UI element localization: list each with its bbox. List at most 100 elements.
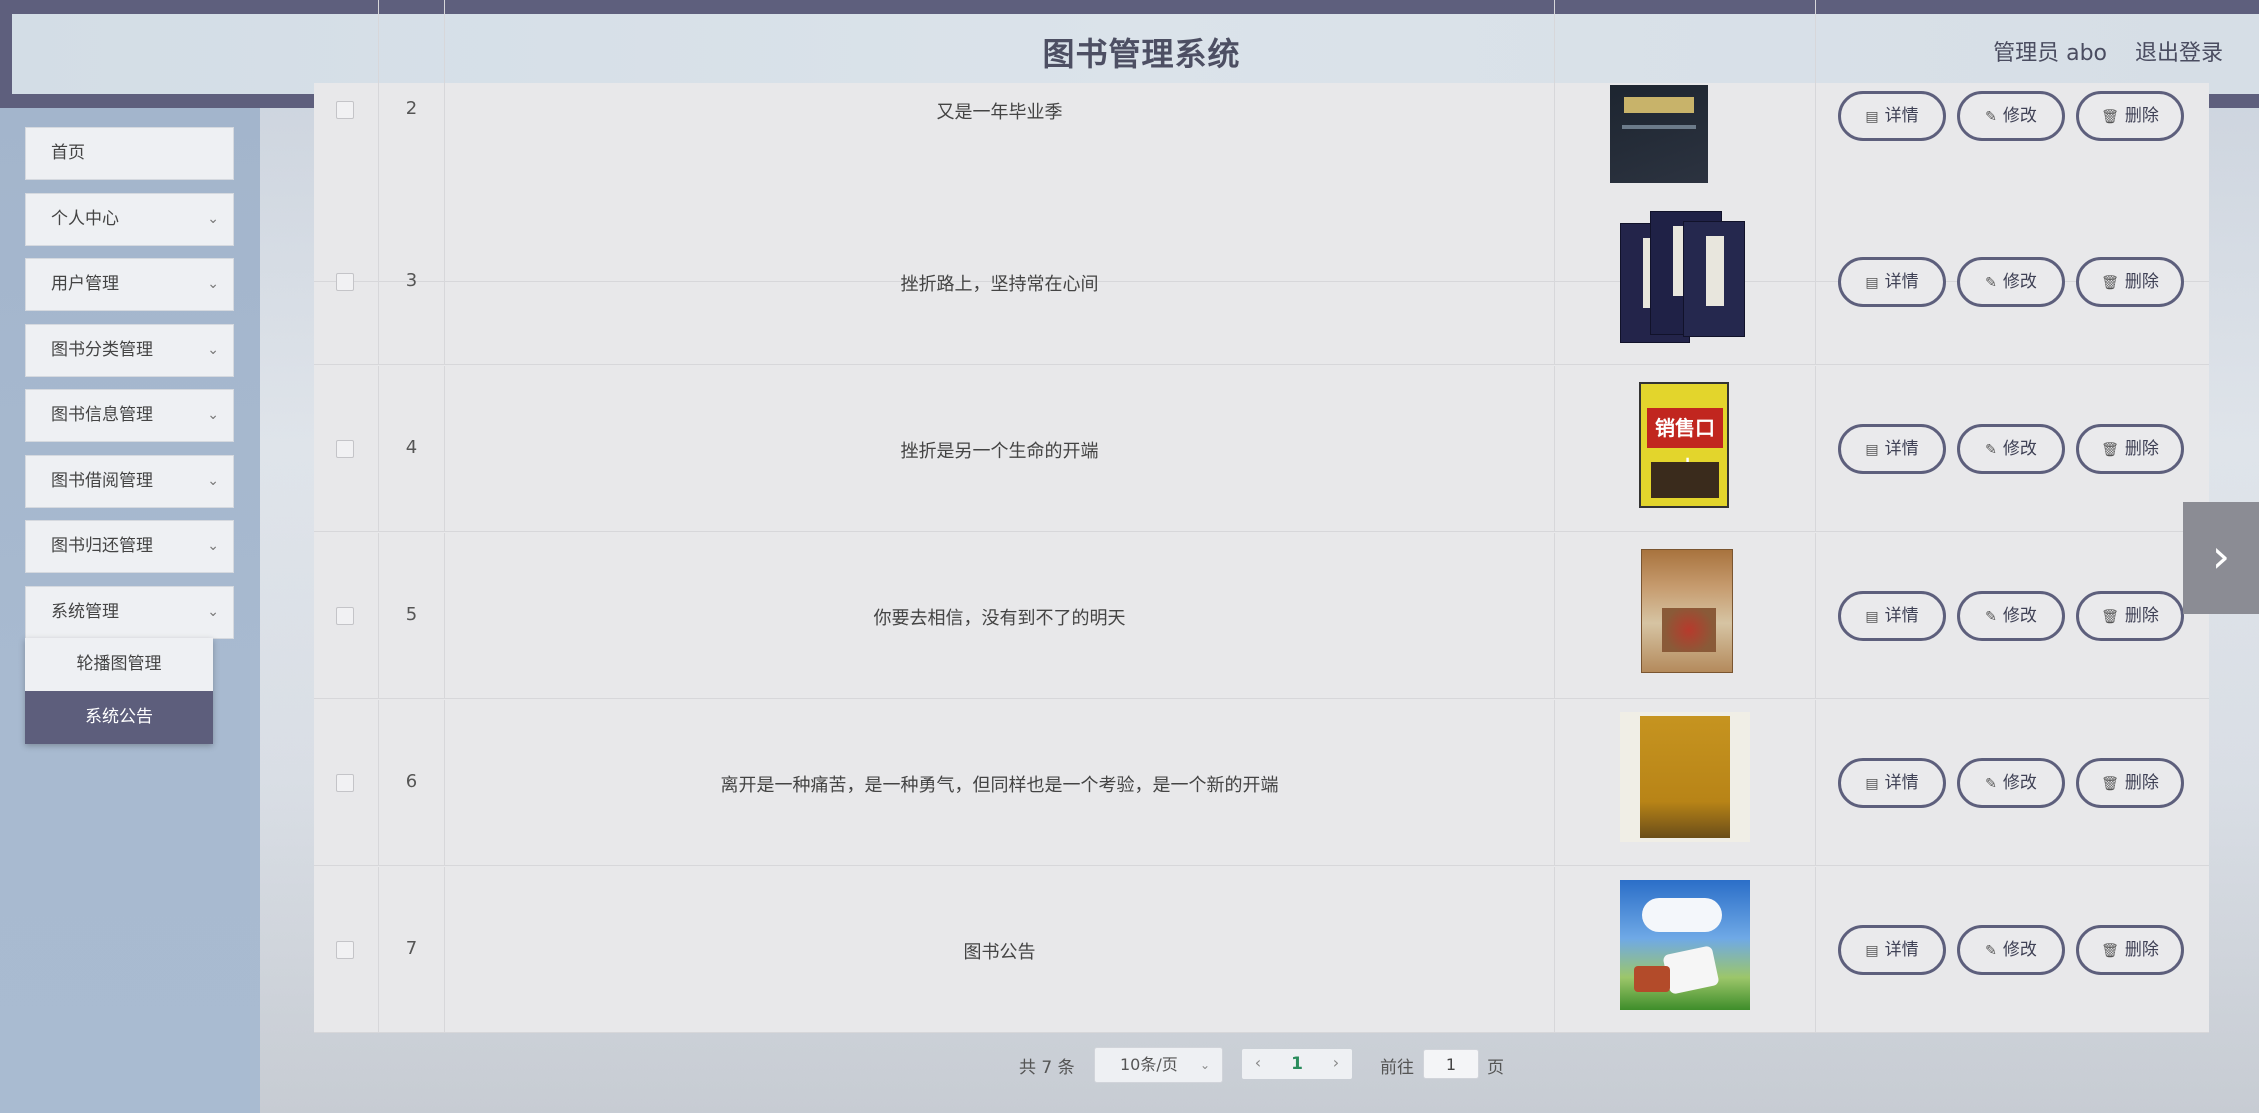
pagination-nav: ‹ 1 › — [1242, 1049, 1352, 1079]
row-checkbox[interactable] — [336, 101, 354, 119]
sidebar-item-label: 图书信息管理 — [51, 405, 153, 425]
chevron-left-icon: ‹ — [1254, 1053, 1262, 1072]
detail-button[interactable]: ▤ 详情 — [1838, 591, 1946, 641]
pencil-icon: ✎ — [1985, 109, 1997, 125]
chevron-down-icon: ⌄ — [207, 538, 219, 554]
trash-icon: 🗑 — [2101, 609, 2119, 625]
edit-button[interactable]: ✎ 修改 — [1957, 424, 2065, 474]
document-icon: ▤ — [1865, 943, 1879, 959]
document-icon: ▤ — [1865, 609, 1879, 625]
sidebar-item-label: 首页 — [51, 143, 85, 163]
detail-button[interactable]: ▤ 详情 — [1838, 424, 1946, 474]
submenu-item-announcement[interactable]: 系统公告 — [25, 691, 213, 744]
detail-button[interactable]: ▤ 详情 — [1838, 758, 1946, 808]
prev-page-button[interactable]: ‹ — [1242, 1049, 1274, 1079]
row-actions: ▤ 详情 ✎ 修改 🗑 删除 — [1816, 199, 2209, 364]
pencil-icon: ✎ — [1985, 442, 1997, 458]
goto-unit: 页 — [1487, 1058, 1504, 1078]
row-title-cell: 挫折是另一个生命的开端 — [445, 366, 1555, 531]
delete-button[interactable]: 🗑 删除 — [2076, 91, 2184, 141]
sidebar-item-profile[interactable]: 个人中心 ⌄ — [25, 193, 234, 246]
row-index: 6 — [405, 771, 418, 792]
row-image-cell — [1555, 867, 1816, 1032]
chevron-down-icon: ⌄ — [207, 342, 219, 358]
sidebar-item-system[interactable]: 系统管理 ⌄ — [25, 586, 234, 639]
row-title-cell: 挫折路上，坚持常在心间 — [445, 199, 1555, 364]
table-row: 4 挫折是另一个生命的开端 销售口才 ▤详情 ✎修改 🗑删除 — [314, 366, 2209, 532]
row-checkbox[interactable] — [336, 440, 354, 458]
delete-button[interactable]: 🗑 删除 — [2076, 257, 2184, 307]
next-page-button[interactable]: › — [1320, 1049, 1352, 1079]
sidebar-item-label: 图书借阅管理 — [51, 471, 153, 491]
table-row: 6 离开是一种痛苦，是一种勇气，但同样也是一个考验，是一个新的开端 ▤ 详情 ✎ 修… — [314, 700, 2209, 866]
book-cover-image — [1610, 85, 1708, 183]
sidebar-item-borrow[interactable]: 图书借阅管理 ⌄ — [25, 455, 234, 508]
row-image-cell: 销售口才 — [1555, 366, 1816, 531]
delete-button[interactable]: 🗑 删除 — [2076, 925, 2184, 975]
row-checkbox-cell — [314, 199, 379, 364]
document-icon: ▤ — [1865, 776, 1879, 792]
row-title: 图书公告 — [963, 942, 1036, 963]
book-cover-image — [1683, 221, 1745, 337]
document-icon: ▤ — [1865, 442, 1879, 458]
row-index-cell: 6 — [379, 700, 445, 865]
row-title-cell: 你要去相信，没有到不了的明天 — [445, 533, 1555, 698]
pencil-icon: ✎ — [1985, 275, 1997, 291]
row-title: 你要去相信，没有到不了的明天 — [873, 608, 1126, 629]
row-checkbox[interactable] — [336, 941, 354, 959]
next-slide-button[interactable]: › — [2183, 502, 2259, 614]
pencil-icon: ✎ — [1985, 776, 1997, 792]
row-checkbox[interactable] — [336, 273, 354, 291]
page-size-select[interactable]: 10条/页 ⌄ — [1094, 1047, 1223, 1083]
row-index: 4 — [405, 437, 418, 458]
chevron-down-icon: ⌄ — [1199, 1058, 1210, 1072]
sidebar-item-users[interactable]: 用户管理 ⌄ — [25, 258, 234, 311]
goto-page-input[interactable] — [1423, 1049, 1479, 1079]
chevron-down-icon: ⌄ — [207, 276, 219, 292]
trash-icon: 🗑 — [2101, 776, 2119, 792]
sidebar-item-label: 图书归还管理 — [51, 536, 153, 556]
row-index-cell: 3 — [379, 199, 445, 364]
goto-label: 前往 — [1380, 1058, 1414, 1078]
chevron-down-icon: ⌄ — [207, 604, 219, 620]
pencil-icon: ✎ — [1985, 943, 1997, 959]
edit-button[interactable]: ✎ 修改 — [1957, 925, 2065, 975]
detail-button[interactable]: ▤ 详情 — [1838, 257, 1946, 307]
table-row: 7 图书公告 ▤ 详情 ✎ 修改 🗑 删除 — [314, 867, 2209, 1033]
row-title: 离开是一种痛苦，是一种勇气，但同样也是一个考验，是一个新的开端 — [720, 775, 1279, 796]
page-number-current[interactable]: 1 — [1280, 1049, 1314, 1079]
delete-button[interactable]: 🗑 删除 — [2076, 758, 2184, 808]
sidebar-item-label: 个人中心 — [51, 209, 119, 229]
sidebar-item-home[interactable]: 首页 — [25, 127, 234, 180]
document-icon: ▤ — [1865, 275, 1879, 291]
row-title: 挫折是另一个生命的开端 — [900, 441, 1099, 462]
delete-button[interactable]: 🗑 删除 — [2076, 424, 2184, 474]
edit-button[interactable]: ✎ 修改 — [1957, 591, 2065, 641]
delete-button[interactable]: 🗑 删除 — [2076, 591, 2184, 641]
sidebar-item-label: 用户管理 — [51, 274, 119, 294]
trash-icon: 🗑 — [2101, 442, 2119, 458]
announcement-image — [1620, 880, 1750, 1010]
edit-button[interactable]: ✎ 修改 — [1957, 91, 2065, 141]
submenu-item-carousel[interactable]: 轮播图管理 — [25, 638, 213, 691]
detail-button[interactable]: ▤ 详情 — [1838, 925, 1946, 975]
edit-button[interactable]: ✎ 修改 — [1957, 257, 2065, 307]
sidebar-item-book-info[interactable]: 图书信息管理 ⌄ — [25, 389, 234, 442]
sidebar-item-book-category[interactable]: 图书分类管理 ⌄ — [25, 324, 234, 377]
row-checkbox[interactable] — [336, 607, 354, 625]
page-size-value: 10条/页 — [1120, 1055, 1178, 1074]
row-image-cell — [1555, 199, 1816, 364]
book-cover-image — [1620, 712, 1750, 842]
row-title-cell: 离开是一种痛苦，是一种勇气，但同样也是一个考验，是一个新的开端 — [445, 700, 1555, 865]
chevron-down-icon: ⌄ — [207, 211, 219, 227]
row-actions: ▤ 详情 ✎ 修改 🗑 删除 — [1816, 867, 2209, 1032]
row-title: 挫折路上，坚持常在心间 — [900, 274, 1099, 295]
row-checkbox[interactable] — [336, 774, 354, 792]
sidebar-item-return[interactable]: 图书归还管理 ⌄ — [25, 520, 234, 573]
system-submenu: 轮播图管理 系统公告 — [25, 638, 213, 744]
sidebar-item-label: 图书分类管理 — [51, 340, 153, 360]
chevron-right-icon: › — [1332, 1053, 1340, 1072]
detail-button[interactable]: ▤ 详情 — [1838, 91, 1946, 141]
row-index: 2 — [405, 98, 418, 119]
edit-button[interactable]: ✎ 修改 — [1957, 758, 2065, 808]
